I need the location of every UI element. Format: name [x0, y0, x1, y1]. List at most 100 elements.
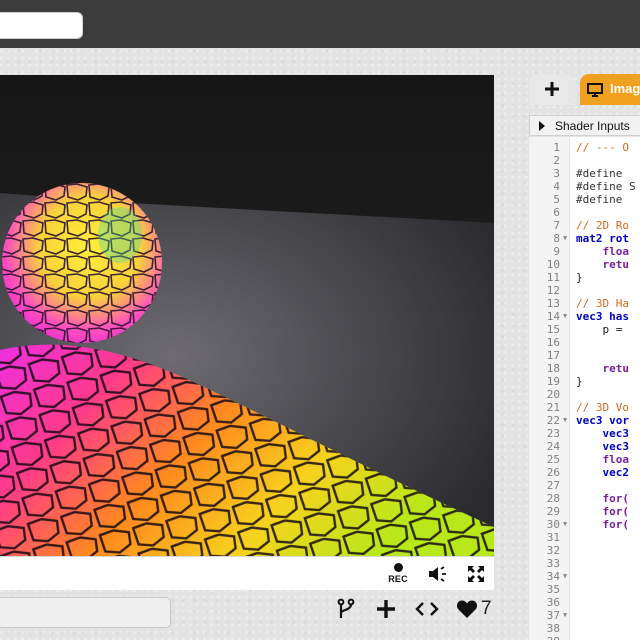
code-line: 31	[529, 531, 640, 544]
add-to-playlist-button[interactable]	[376, 598, 396, 620]
heart-icon	[456, 600, 478, 618]
line-number: 27	[546, 479, 560, 492]
code-text: }	[576, 375, 583, 388]
line-number: 1	[553, 141, 560, 154]
code-line: 36	[529, 596, 640, 609]
code-line: 19}	[529, 375, 640, 388]
line-number: 33	[546, 557, 560, 570]
code-line: 20	[529, 388, 640, 401]
code-line: 39	[529, 635, 640, 640]
code-text: p =	[576, 323, 629, 336]
line-number: 23	[546, 427, 560, 440]
code-line: 6	[529, 206, 640, 219]
code-text: mat2 rot	[576, 232, 629, 245]
code-editor[interactable]: 1 // --- O 2 3 #define 4 #define S 5 #define 67…	[529, 137, 640, 640]
volume-button[interactable]	[427, 565, 447, 588]
record-button[interactable]: REC	[385, 562, 411, 588]
line-number: 15	[546, 323, 560, 336]
code-text: #define	[576, 193, 629, 206]
code-text: // 3D Ha	[576, 297, 629, 310]
code-text: vec3	[576, 427, 629, 440]
code-line: 21 // 3D Vo	[529, 401, 640, 414]
site-header	[0, 0, 640, 48]
shader-title-field[interactable]	[0, 597, 171, 628]
shader-inputs-toggle[interactable]: Shader Inputs	[529, 115, 640, 136]
fullscreen-button[interactable]	[467, 565, 485, 588]
line-number: 4	[553, 180, 560, 193]
code-text: // --- O	[576, 141, 629, 154]
line-number: 32	[546, 544, 560, 557]
line-number: 2	[553, 154, 560, 167]
line-number: 39	[529, 635, 560, 640]
add-tab-button[interactable]	[529, 74, 575, 105]
code-line: 30 ▼ for(	[529, 518, 640, 531]
code-text: for(	[576, 492, 629, 505]
code-text: vec2	[576, 466, 629, 479]
line-number: 37	[546, 609, 560, 622]
code-line: 8 ▼ mat2 rot	[529, 232, 640, 245]
shader-inputs-label: Shader Inputs	[555, 119, 630, 133]
line-number: 25	[546, 453, 560, 466]
code-text: vec3 vor	[576, 414, 629, 427]
expand-triangle-icon	[539, 121, 545, 131]
code-line: 4 #define S	[529, 180, 640, 193]
code-line: 32	[529, 544, 640, 557]
like-button[interactable]: 7	[456, 598, 492, 620]
line-number: 14	[546, 310, 560, 323]
shader-viewport[interactable]	[0, 75, 494, 556]
code-line: 3 #define	[529, 167, 640, 180]
tab-image[interactable]: Imag	[580, 74, 640, 105]
code-text: vec3 has	[576, 310, 629, 323]
code-text: vec3	[576, 440, 629, 453]
line-number: 20	[546, 388, 560, 401]
code-line: 34 ▼	[529, 570, 640, 583]
line-number: 30	[546, 518, 560, 531]
embed-code-button[interactable]	[415, 598, 439, 620]
code-line: 35	[529, 583, 640, 596]
code-line: 24 vec3	[529, 440, 640, 453]
line-number: 36	[546, 596, 560, 609]
line-number: 26	[546, 466, 560, 479]
add-icon	[377, 600, 395, 618]
line-number: 16	[546, 336, 560, 349]
monitor-icon	[587, 83, 603, 97]
line-number: 19	[546, 375, 560, 388]
code-line: 18 retu	[529, 362, 640, 375]
code-line: 1 // --- O	[529, 141, 640, 154]
code-line: 23 vec3	[529, 427, 640, 440]
fold-arrow-icon[interactable]: ▼	[563, 414, 567, 427]
tab-image-label: Imag	[610, 81, 640, 96]
code-line: 5 #define	[529, 193, 640, 206]
fold-arrow-icon[interactable]: ▼	[563, 232, 567, 245]
code-line: 10 retu	[529, 258, 640, 271]
line-number: 34	[546, 570, 560, 583]
code-line: 12	[529, 284, 640, 297]
code-text: for(	[576, 518, 629, 531]
code-text: floa	[576, 245, 629, 258]
line-number: 8	[553, 232, 560, 245]
fold-arrow-icon[interactable]: ▼	[563, 310, 567, 323]
add-tab-icon	[545, 82, 559, 96]
code-line: 38	[529, 622, 640, 635]
code-line: 15 p =	[529, 323, 640, 336]
code-text: for(	[576, 505, 629, 518]
line-number: 9	[553, 245, 560, 258]
search-input[interactable]	[0, 12, 83, 39]
code-line: 9 floa	[529, 245, 640, 258]
line-number: 17	[546, 349, 560, 362]
likes-count: 7	[481, 598, 492, 619]
fork-button[interactable]	[337, 598, 355, 620]
fold-arrow-icon[interactable]: ▼	[563, 609, 567, 622]
fold-arrow-icon[interactable]: ▼	[563, 518, 567, 531]
line-number: 18	[546, 362, 560, 375]
line-number: 3	[553, 167, 560, 180]
fold-arrow-icon[interactable]: ▼	[563, 570, 567, 583]
line-number: 21	[546, 401, 560, 414]
fullscreen-icon	[468, 566, 484, 582]
code-text: retu	[576, 258, 629, 271]
line-number: 24	[546, 440, 560, 453]
line-number: 35	[546, 583, 560, 596]
code-line: 13 // 3D Ha	[529, 297, 640, 310]
line-number: 38	[546, 622, 560, 635]
code-text: // 3D Vo	[576, 401, 629, 414]
